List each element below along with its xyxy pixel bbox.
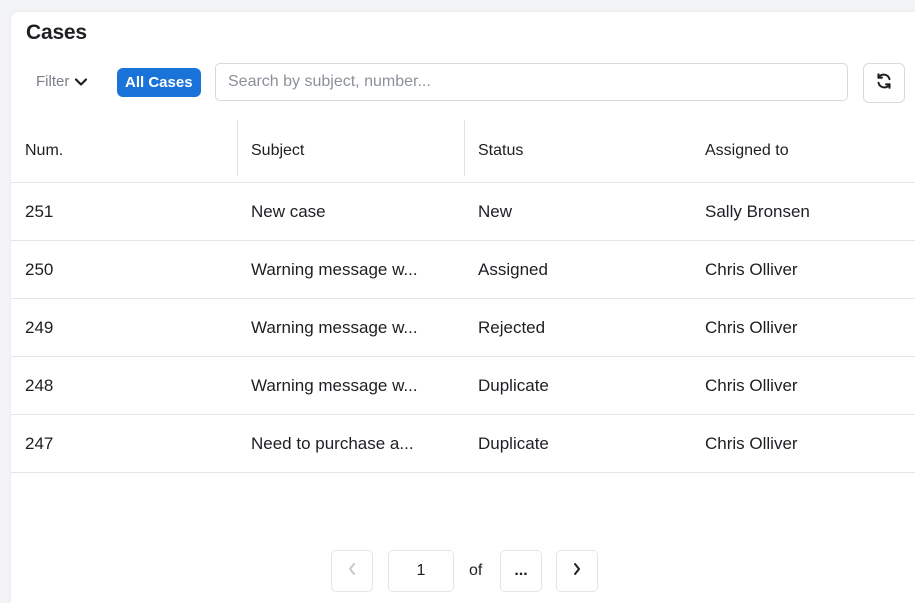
chevron-left-icon xyxy=(347,562,357,581)
refresh-icon xyxy=(875,72,893,95)
cell-assigned-to: Chris Olliver xyxy=(705,375,798,395)
filter-button[interactable]: Filter xyxy=(36,73,88,90)
cell-status: New xyxy=(478,201,513,221)
toolbar: Filter All Cases xyxy=(26,63,906,103)
cell-num: 248 xyxy=(25,375,54,395)
table-row[interactable]: 250 Warning message w... Assigned Chris … xyxy=(11,241,915,299)
table-row[interactable]: 249 Warning message w... Rejected Chris … xyxy=(11,299,915,357)
cell-assigned-to: Chris Olliver xyxy=(705,259,798,279)
page-title: Cases xyxy=(26,21,87,44)
next-page-button[interactable] xyxy=(556,550,598,592)
previous-page-button[interactable] xyxy=(331,550,373,592)
column-divider[interactable] xyxy=(464,120,465,176)
cell-num: 250 xyxy=(25,259,54,279)
search-input[interactable] xyxy=(215,63,848,101)
table-header: Num. Subject Status Assigned to xyxy=(11,119,915,183)
cases-table: Num. Subject Status Assigned to 251 New … xyxy=(11,119,915,473)
total-pages-button[interactable]: ... xyxy=(500,550,542,592)
column-header-num[interactable]: Num. xyxy=(25,119,63,182)
cell-status: Rejected xyxy=(478,317,546,337)
cell-num: 249 xyxy=(25,317,54,337)
cell-assigned-to: Chris Olliver xyxy=(705,433,798,453)
pagination: of ... xyxy=(11,550,915,594)
chevron-down-icon xyxy=(74,77,88,87)
cell-subject: Need to purchase a... xyxy=(251,433,414,453)
refresh-button[interactable] xyxy=(863,63,905,103)
cases-panel: Cases Filter All Cases N xyxy=(11,12,915,603)
table-row[interactable]: 248 Warning message w... Duplicate Chris… xyxy=(11,357,915,415)
cell-num: 247 xyxy=(25,433,54,453)
table-row[interactable]: 251 New case New Sally Bronsen xyxy=(11,183,915,241)
cell-num: 251 xyxy=(25,201,54,221)
cell-status: Duplicate xyxy=(478,433,549,453)
cell-subject: New case xyxy=(251,201,326,221)
cell-subject: Warning message w... xyxy=(251,259,418,279)
filter-label: Filter xyxy=(36,73,70,90)
table-row[interactable]: 247 Need to purchase a... Duplicate Chri… xyxy=(11,415,915,473)
page-of-label: of xyxy=(469,562,483,579)
cell-status: Duplicate xyxy=(478,375,549,395)
cell-subject: Warning message w... xyxy=(251,375,418,395)
column-header-status[interactable]: Status xyxy=(478,119,523,182)
cell-subject: Warning message w... xyxy=(251,317,418,337)
column-header-assigned-to[interactable]: Assigned to xyxy=(705,119,789,182)
page-number-input[interactable] xyxy=(388,550,454,592)
column-divider[interactable] xyxy=(237,120,238,176)
chevron-right-icon xyxy=(572,562,582,581)
cell-assigned-to: Sally Bronsen xyxy=(705,201,810,221)
all-cases-filter-chip[interactable]: All Cases xyxy=(117,68,201,97)
cell-status: Assigned xyxy=(478,259,548,279)
cell-assigned-to: Chris Olliver xyxy=(705,317,798,337)
column-header-subject[interactable]: Subject xyxy=(251,119,304,182)
